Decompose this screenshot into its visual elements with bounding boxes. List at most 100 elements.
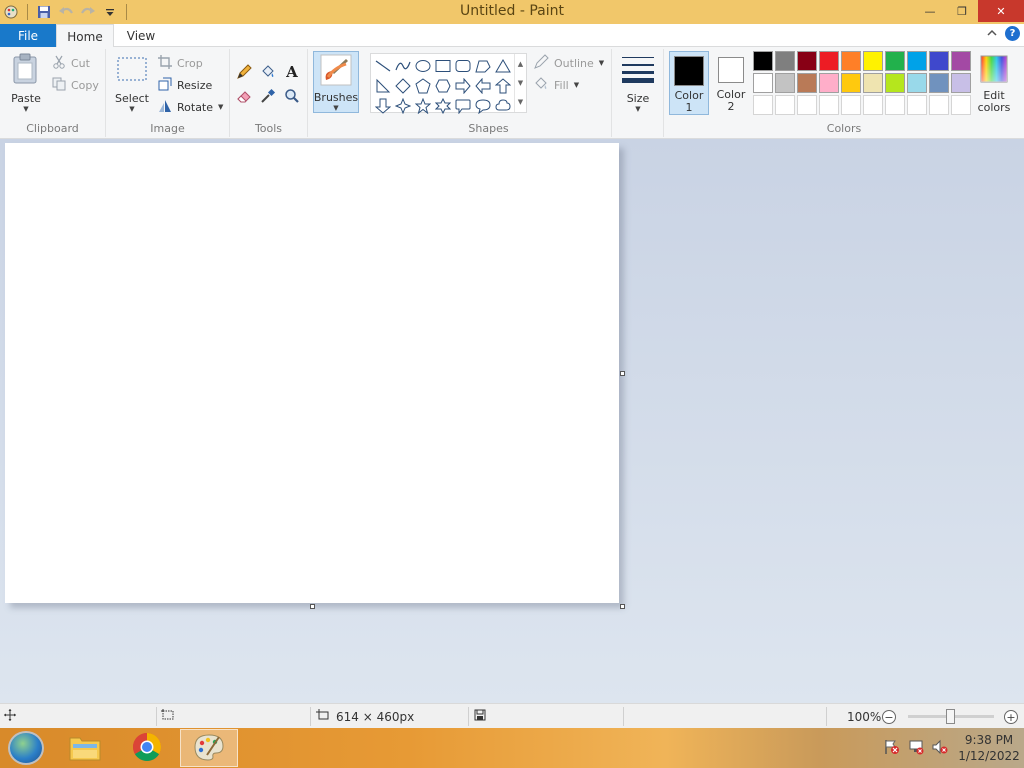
custom-color-slot[interactable] [841,95,861,115]
custom-color-slot[interactable] [951,95,971,115]
down-arrow-shape-icon[interactable] [373,96,393,116]
palette-swatch[interactable] [841,73,861,93]
shapes-scrollbar[interactable]: ▲ ▼ ▼ [514,54,526,112]
right-triangle-shape-icon[interactable] [373,76,393,96]
copy-button[interactable]: Copy [52,75,99,95]
palette-swatch[interactable] [951,51,971,71]
color-spectrum-icon [980,55,1008,86]
oval-shape-icon[interactable] [413,56,433,76]
eraser-icon[interactable] [233,85,255,107]
palette-swatch[interactable] [797,51,817,71]
scroll-up-icon[interactable]: ▲ [518,60,523,68]
diamond-shape-icon[interactable] [393,76,413,96]
select-button[interactable]: Select ▼ [114,55,150,113]
drawing-canvas[interactable] [5,143,619,603]
palette-swatch[interactable] [863,73,883,93]
action-center-flag-icon[interactable] [884,739,900,758]
taskbar-file-explorer[interactable] [56,729,114,767]
hexagon-shape-icon[interactable] [433,76,453,96]
palette-swatch[interactable] [775,51,795,71]
paste-button[interactable]: Paste ▼ [6,53,46,113]
rotate-button[interactable]: Rotate ▼ [158,97,223,117]
tab-view[interactable]: View [114,24,168,47]
cut-button[interactable]: Cut [52,53,90,73]
rounded-callout-shape-icon[interactable] [453,96,473,116]
magnifier-icon[interactable] [281,85,303,107]
title-bar: Untitled - Paint — ❐ ✕ [0,0,1024,24]
brushes-button[interactable]: Brushes ▼ [313,51,359,113]
palette-swatch[interactable] [753,51,773,71]
palette-swatch[interactable] [929,51,949,71]
palette-swatch[interactable] [951,73,971,93]
size-button[interactable]: Size ▼ [618,53,658,113]
zoom-in-button[interactable]: + [1004,710,1018,724]
curve-shape-icon[interactable] [393,56,413,76]
close-button[interactable]: ✕ [978,0,1024,22]
fill-bucket-icon[interactable] [257,61,279,83]
canvas-resize-handle-right[interactable] [620,371,625,376]
triangle-shape-icon[interactable] [493,56,513,76]
palette-swatch[interactable] [819,51,839,71]
cloud-callout-shape-icon[interactable] [493,96,513,116]
tab-home[interactable]: Home [56,24,114,48]
color-2-button[interactable]: Color 2 [711,51,751,115]
left-arrow-shape-icon[interactable] [473,76,493,96]
custom-color-slot[interactable] [907,95,927,115]
oval-callout-shape-icon[interactable] [473,96,493,116]
palette-swatch[interactable] [775,73,795,93]
start-button[interactable] [8,731,44,765]
polygon-shape-icon[interactable] [473,56,493,76]
restore-button[interactable]: ❐ [946,0,978,22]
scroll-down-icon[interactable]: ▼ [518,79,523,87]
color-1-button[interactable]: Color 1 [669,51,709,115]
custom-color-slot[interactable] [819,95,839,115]
canvas-resize-handle-corner[interactable] [620,604,625,609]
palette-swatch[interactable] [885,51,905,71]
help-icon[interactable]: ? [1005,26,1020,41]
palette-swatch[interactable] [885,73,905,93]
pentagon-shape-icon[interactable] [413,76,433,96]
fill-button[interactable]: Fill ▼ [533,75,579,95]
resize-button[interactable]: Resize [158,75,212,95]
edit-colors-button[interactable]: Edit colors [974,51,1014,115]
palette-swatch[interactable] [797,73,817,93]
up-arrow-shape-icon[interactable] [493,76,513,96]
six-point-star-shape-icon[interactable] [433,96,453,116]
network-icon[interactable] [908,739,924,758]
custom-color-slot[interactable] [929,95,949,115]
rectangle-shape-icon[interactable] [433,56,453,76]
palette-swatch[interactable] [907,51,927,71]
color-picker-icon[interactable] [257,85,279,107]
zoom-slider-thumb[interactable] [946,709,955,724]
minimize-button[interactable]: — [914,0,946,22]
rounded-rectangle-shape-icon[interactable] [453,56,473,76]
outline-button[interactable]: Outline ▼ [533,53,604,73]
system-clock[interactable]: 9:38 PM 1/12/2022 [954,732,1024,764]
five-point-star-shape-icon[interactable] [413,96,433,116]
tab-file[interactable]: File [0,24,56,47]
four-point-star-shape-icon[interactable] [393,96,413,116]
minimize-ribbon-icon[interactable] [987,27,997,40]
canvas-resize-handle-bottom[interactable] [310,604,315,609]
crop-button[interactable]: Crop [158,53,203,73]
palette-swatch[interactable] [929,73,949,93]
volume-muted-icon[interactable] [932,739,948,758]
custom-color-slot[interactable] [753,95,773,115]
custom-color-slot[interactable] [797,95,817,115]
custom-color-slot[interactable] [863,95,883,115]
line-shape-icon[interactable] [373,56,393,76]
custom-color-slot[interactable] [775,95,795,115]
expand-gallery-icon[interactable]: ▼ [518,98,523,106]
palette-swatch[interactable] [907,73,927,93]
pencil-icon[interactable] [233,61,255,83]
zoom-out-button[interactable]: − [882,710,896,724]
right-arrow-shape-icon[interactable] [453,76,473,96]
palette-swatch[interactable] [819,73,839,93]
palette-swatch[interactable] [753,73,773,93]
palette-swatch[interactable] [863,51,883,71]
palette-swatch[interactable] [841,51,861,71]
taskbar-chrome[interactable] [118,729,176,767]
text-tool-icon[interactable]: A [281,61,303,83]
custom-color-slot[interactable] [885,95,905,115]
taskbar-paint[interactable] [180,729,238,767]
